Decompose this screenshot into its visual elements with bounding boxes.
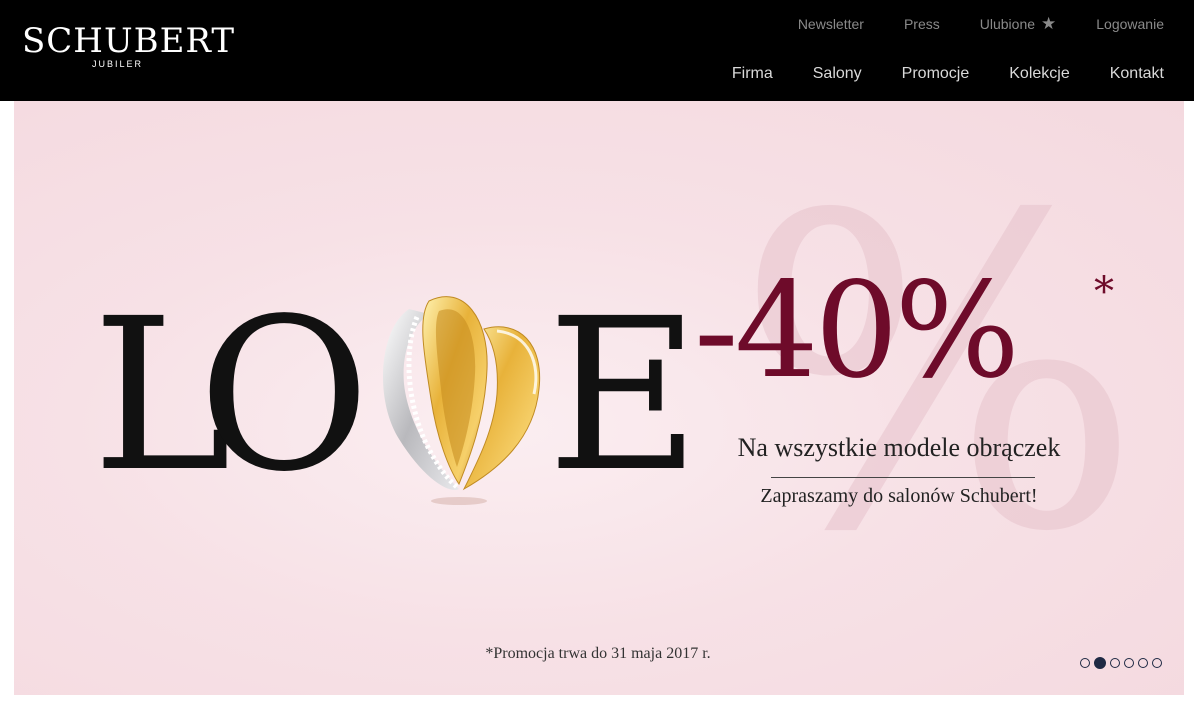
favorites-label: Ulubione [979, 16, 1036, 32]
promo-footnote: *Promocja trwa do 31 maja 2017 r. [485, 645, 711, 662]
logo-tagline: JUBILER [92, 59, 144, 69]
site-header: SCHUBERT JUBILER Newsletter Press Ulubio… [0, 0, 1194, 101]
love-letter-e: E [547, 273, 700, 518]
slide-dot-5[interactable] [1138, 658, 1148, 668]
promo-invite: Zapraszamy do salonów Schubert! [760, 485, 1038, 507]
slider-pagination [1080, 657, 1162, 669]
discount-asterisk: * [1094, 269, 1114, 315]
main-nav: Firma Salony Promocje Kolekcje Kontakt [732, 65, 1164, 83]
press-link[interactable]: Press [904, 16, 940, 32]
promo-banner[interactable]: % L O E -40% * Na wszystkie modele obrąc… [14, 101, 1184, 695]
logo[interactable]: SCHUBERT JUBILER [22, 22, 234, 74]
discount-value: -40% [694, 254, 1020, 408]
nav-item-kolekcje[interactable]: Kolekcje [1009, 65, 1069, 83]
nav-item-firma[interactable]: Firma [732, 65, 773, 83]
login-link[interactable]: Logowanie [1096, 16, 1164, 32]
nav-item-kontakt[interactable]: Kontakt [1110, 65, 1164, 83]
star-icon: ★ [1041, 14, 1057, 33]
nav-item-promocje[interactable]: Promocje [902, 65, 970, 83]
top-nav: Newsletter Press Ulubione ★ Logowanie [798, 14, 1164, 33]
slide-dot-6[interactable] [1152, 658, 1162, 668]
logo-wordmark: SCHUBERT [22, 21, 236, 61]
slide-dot-1[interactable] [1080, 658, 1090, 668]
love-letter-o: O [198, 273, 370, 518]
slide-dot-4[interactable] [1124, 658, 1134, 668]
promo-divider [771, 477, 1035, 478]
slide-dot-2-active[interactable] [1094, 657, 1106, 669]
newsletter-link[interactable]: Newsletter [798, 16, 864, 32]
wedding-rings-image [382, 296, 541, 505]
promo-subtitle: Na wszystkie modele obrączek [737, 433, 1061, 462]
favorites-link[interactable]: Ulubione ★ [979, 14, 1057, 33]
slide-dot-3[interactable] [1110, 658, 1120, 668]
nav-item-salony[interactable]: Salony [813, 65, 862, 83]
